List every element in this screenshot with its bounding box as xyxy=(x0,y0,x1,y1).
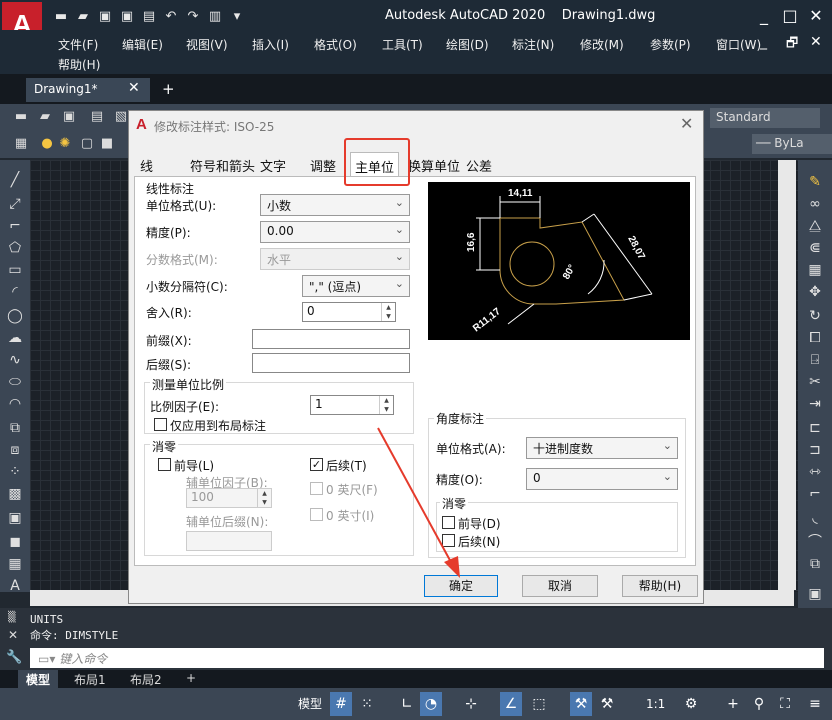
arrow-line xyxy=(377,427,453,565)
annotation-arrow xyxy=(377,427,460,578)
arrow-head-icon xyxy=(444,556,460,578)
